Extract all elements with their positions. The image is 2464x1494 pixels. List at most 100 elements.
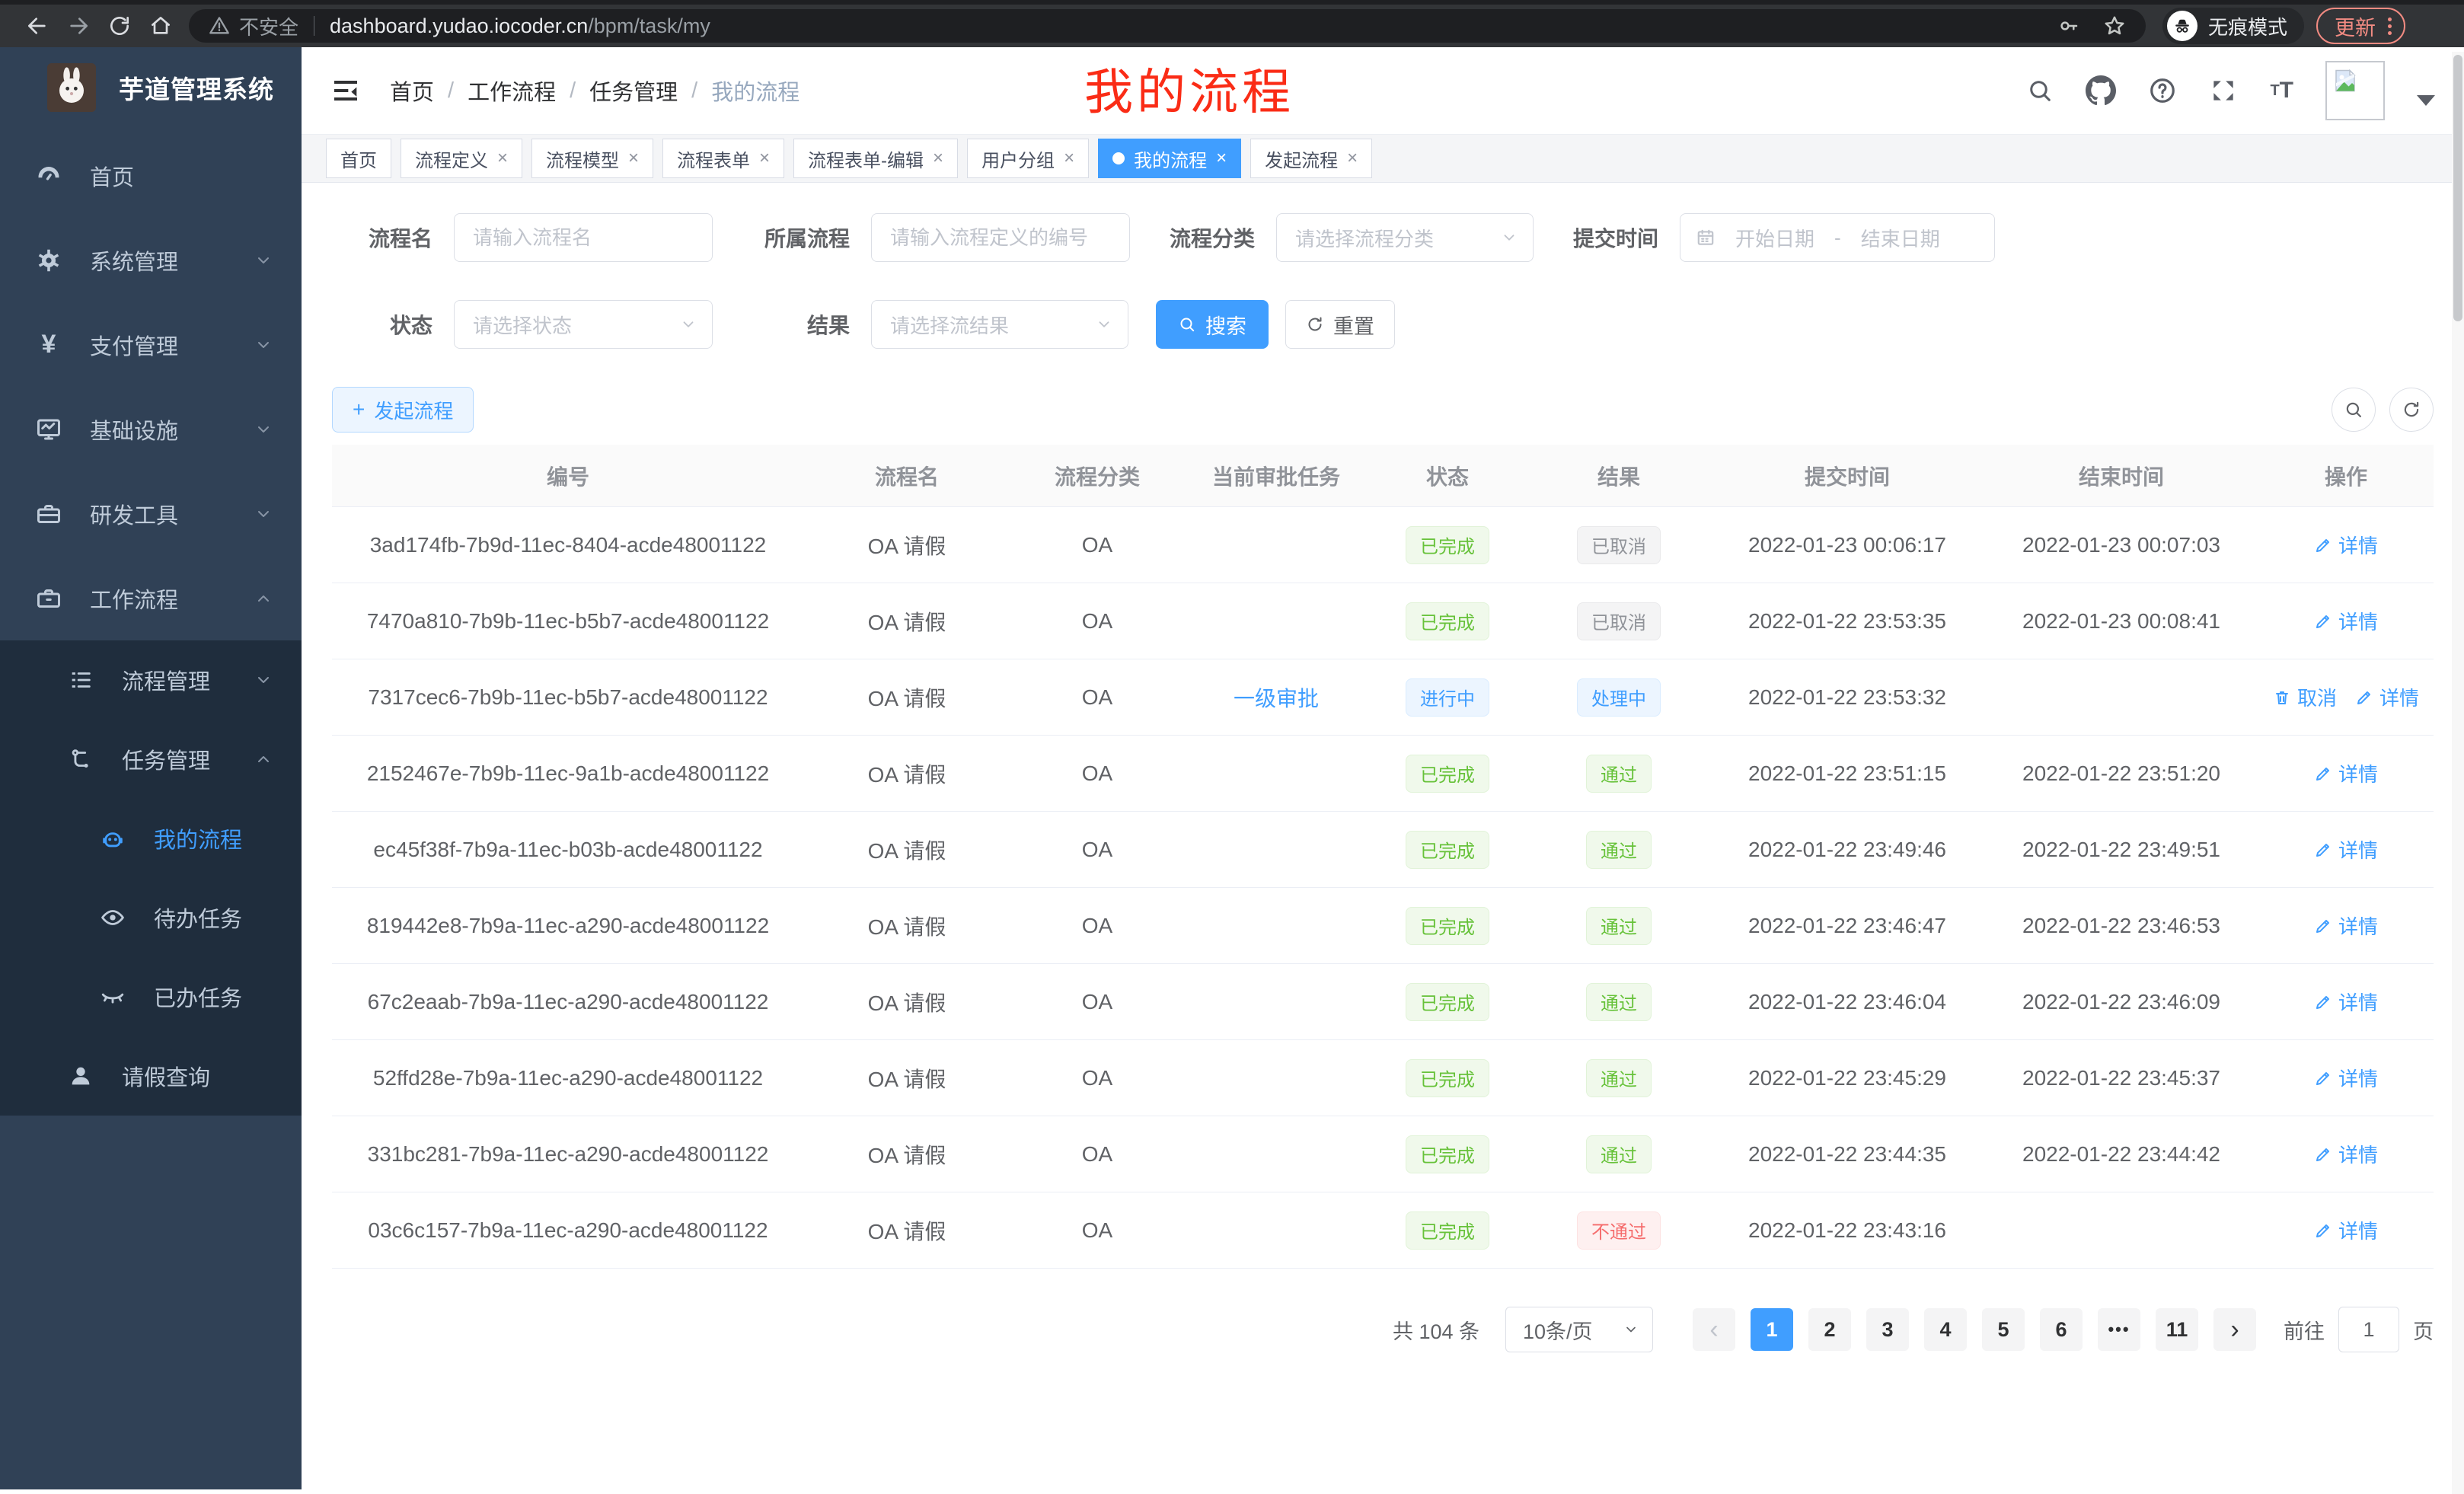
- password-key-icon[interactable]: [2057, 14, 2080, 37]
- detail-button[interactable]: 详情: [2314, 1216, 2378, 1244]
- browser-menu-icon[interactable]: [2388, 18, 2392, 35]
- result-badge: 已取消: [1577, 602, 1661, 640]
- breadcrumb-item[interactable]: 任务管理: [589, 75, 678, 107]
- fullscreen-icon[interactable]: [2209, 76, 2238, 105]
- detail-button[interactable]: 详情: [2314, 1140, 2378, 1168]
- list-icon: [67, 666, 94, 694]
- detail-button[interactable]: 详情: [2314, 835, 2378, 864]
- close-icon[interactable]: ×: [1216, 149, 1227, 168]
- page-button-1[interactable]: 1: [1751, 1308, 1793, 1351]
- sidebar-item-task-mgmt[interactable]: 任务管理: [0, 720, 302, 799]
- tab-my-process[interactable]: 我的流程×: [1098, 139, 1241, 178]
- sidebar-item-my-process[interactable]: 我的流程: [0, 799, 302, 878]
- submit-time-label: 提交时间: [1573, 222, 1658, 253]
- breadcrumb-item[interactable]: 工作流程: [468, 75, 556, 107]
- sidebar-item-process-mgmt[interactable]: 流程管理: [0, 640, 302, 720]
- help-icon[interactable]: [2148, 76, 2177, 105]
- cancel-button[interactable]: 取消: [2273, 683, 2337, 711]
- sidebar-item-payment[interactable]: ¥ 支付管理: [0, 302, 302, 387]
- detail-button[interactable]: 详情: [2314, 759, 2378, 787]
- close-icon[interactable]: ×: [1347, 149, 1358, 168]
- url-bar[interactable]: 不安全 dashboard.yudao.iocoder.cn /bpm/task…: [189, 9, 2146, 43]
- goto-label: 前往: [2284, 1315, 2325, 1345]
- github-icon[interactable]: [2086, 75, 2116, 106]
- forward-icon[interactable]: [58, 5, 99, 46]
- category-select[interactable]: 请选择流程分类: [1276, 213, 1534, 262]
- page-button-5[interactable]: 5: [1982, 1308, 2025, 1351]
- sidebar-item-workflow[interactable]: 工作流程: [0, 556, 302, 640]
- result-badge: 处理中: [1577, 678, 1661, 717]
- more-pages-button[interactable]: •••: [2098, 1308, 2140, 1351]
- tab-process-form-edit[interactable]: 流程表单-编辑×: [793, 139, 958, 178]
- prev-page-button[interactable]: ‹: [1693, 1308, 1735, 1351]
- close-icon[interactable]: ×: [1064, 149, 1074, 168]
- close-icon[interactable]: ×: [497, 149, 508, 168]
- chevron-down-icon: [254, 420, 273, 439]
- app-logo-row[interactable]: 芋道管理系统: [0, 47, 302, 127]
- sidebar-item-label: 流程管理: [122, 664, 227, 696]
- sidebar-item-system[interactable]: 系统管理: [0, 218, 302, 302]
- avatar-caret-icon[interactable]: [2417, 95, 2435, 106]
- detail-button[interactable]: 详情: [2355, 683, 2419, 711]
- sidebar-item-todo-tasks[interactable]: 待办任务: [0, 878, 302, 957]
- page-scrollbar[interactable]: [2452, 52, 2464, 1494]
- sidebar-item-label: 已办任务: [154, 981, 273, 1013]
- back-icon[interactable]: [17, 5, 58, 46]
- detail-button[interactable]: 详情: [2314, 911, 2378, 940]
- page-size-select[interactable]: 10条/页: [1505, 1307, 1653, 1352]
- browser-update-button[interactable]: 更新: [2316, 8, 2405, 44]
- tab-process-form[interactable]: 流程表单×: [662, 139, 784, 178]
- result-badge: 通过: [1586, 831, 1652, 869]
- submit-time-range-picker[interactable]: 开始日期 - 结束日期: [1680, 213, 1995, 262]
- sidebar-item-infra[interactable]: 基础设施: [0, 387, 302, 471]
- sidebar-item-label: 研发工具: [90, 498, 227, 530]
- breadcrumb-item[interactable]: 首页: [390, 75, 434, 107]
- search-button[interactable]: 搜索: [1156, 300, 1269, 349]
- scrollbar-thumb[interactable]: [2453, 55, 2462, 321]
- sidebar-collapse-icon[interactable]: [330, 75, 361, 106]
- home-icon[interactable]: [140, 5, 181, 46]
- tab-user-group[interactable]: 用户分组×: [967, 139, 1089, 178]
- close-icon[interactable]: ×: [628, 149, 639, 168]
- reset-button[interactable]: 重置: [1285, 300, 1395, 349]
- eye-closed-icon: [99, 983, 126, 1010]
- search-icon[interactable]: [2026, 77, 2054, 104]
- tab-process-model[interactable]: 流程模型×: [531, 139, 653, 178]
- close-icon[interactable]: ×: [759, 149, 770, 168]
- refresh-table-button[interactable]: [2389, 388, 2434, 432]
- show-search-toggle-button[interactable]: [2332, 388, 2376, 432]
- detail-button[interactable]: 详情: [2314, 1064, 2378, 1092]
- page-button-6[interactable]: 6: [2040, 1308, 2083, 1351]
- current-task-link[interactable]: 一级审批: [1234, 682, 1319, 713]
- sidebar-item-leave-query[interactable]: 请假查询: [0, 1036, 302, 1116]
- page-button-2[interactable]: 2: [1808, 1308, 1851, 1351]
- detail-button[interactable]: 详情: [2314, 531, 2378, 559]
- sidebar-item-home[interactable]: 首页: [0, 133, 302, 218]
- page-button-11[interactable]: 11: [2156, 1308, 2198, 1351]
- tab-start-process[interactable]: 发起流程×: [1250, 139, 1372, 178]
- page-button-3[interactable]: 3: [1866, 1308, 1909, 1351]
- detail-button[interactable]: 详情: [2314, 607, 2378, 635]
- avatar[interactable]: [2325, 61, 2385, 120]
- calendar-icon: [1696, 228, 1716, 247]
- bookmark-star-icon[interactable]: [2103, 14, 2126, 37]
- sidebar-item-devtools[interactable]: 研发工具: [0, 471, 302, 556]
- start-process-button[interactable]: + 发起流程: [332, 387, 474, 433]
- incognito-icon: [2167, 11, 2197, 41]
- result-select[interactable]: 请选择流结果: [871, 300, 1128, 349]
- font-size-icon[interactable]: TT: [2270, 78, 2293, 104]
- process-name-input[interactable]: [454, 213, 713, 262]
- goto-page-input[interactable]: [2338, 1307, 2399, 1352]
- monitor-icon: [35, 416, 62, 443]
- tab-home[interactable]: 首页: [326, 139, 391, 178]
- process-def-input[interactable]: [871, 213, 1130, 262]
- reload-icon[interactable]: [99, 5, 140, 46]
- sidebar-item-done-tasks[interactable]: 已办任务: [0, 957, 302, 1036]
- page-button-4[interactable]: 4: [1924, 1308, 1967, 1351]
- detail-button[interactable]: 详情: [2314, 988, 2378, 1016]
- close-icon[interactable]: ×: [933, 149, 943, 168]
- result-badge: 通过: [1586, 755, 1652, 793]
- next-page-button[interactable]: ›: [2213, 1308, 2256, 1351]
- tab-process-definition[interactable]: 流程定义×: [401, 139, 522, 178]
- status-select[interactable]: 请选择状态: [454, 300, 713, 349]
